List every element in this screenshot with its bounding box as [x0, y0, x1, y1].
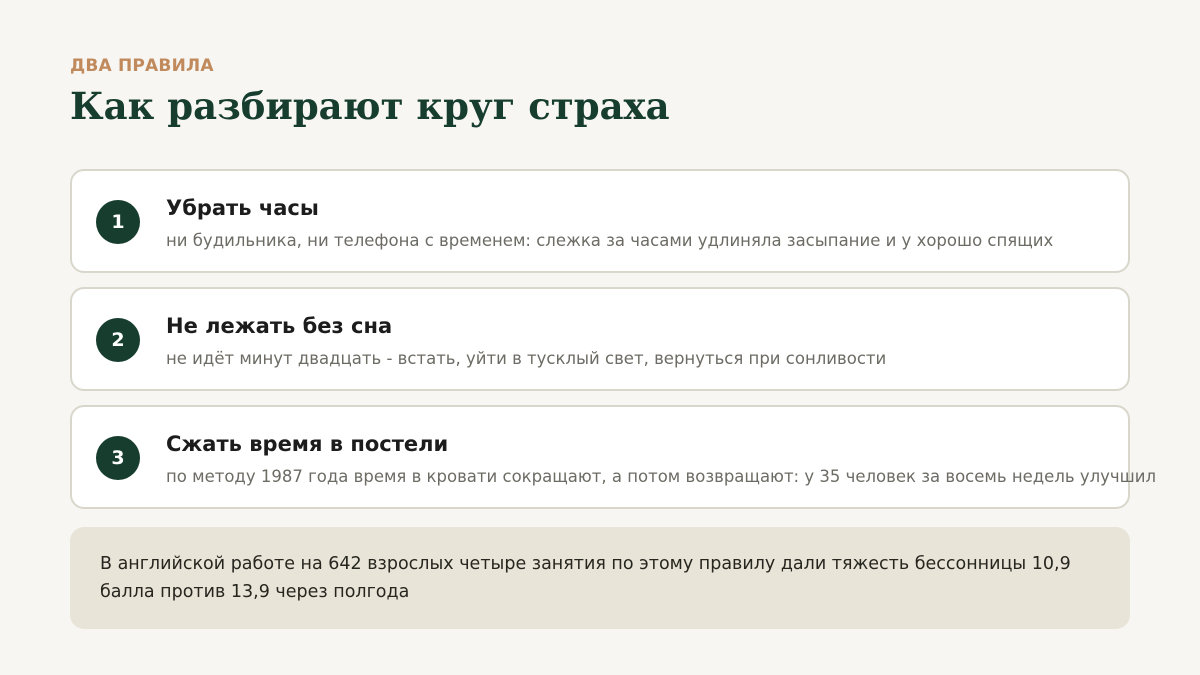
rule-title: Убрать часы — [166, 196, 319, 220]
rule-description: не идёт минут двадцать - встать, уйти в … — [166, 349, 887, 368]
rule-title: Не лежать без сна — [166, 314, 393, 338]
summary-note-text: В английской работе на 642 взрослых четы… — [100, 554, 1071, 602]
rule-description: ни будильника, ни телефона с временем: с… — [166, 231, 1054, 250]
summary-note: В английской работе на 642 взрослых четы… — [70, 527, 1130, 629]
rule-number-badge: 1 — [96, 200, 140, 244]
section-eyebrow: ДВА ПРАВИЛА — [70, 56, 214, 76]
slide-clip: ДВА ПРАВИЛА Как разбирают круг страха 1 … — [0, 0, 1200, 675]
rule-title: Сжать время в постели — [166, 432, 449, 456]
rule-card-3: 3 Сжать время в постели по методу 1987 г… — [70, 405, 1156, 509]
rule-card-1: 1 Убрать часы ни будильника, ни телефона… — [70, 169, 1130, 273]
rule-number-badge: 3 — [96, 436, 140, 480]
slide-title: Как разбирают круг страха — [70, 84, 670, 128]
rule-card-2: 2 Не лежать без сна не идёт минут двадца… — [70, 287, 1130, 391]
rule-description: по методу 1987 года время в кровати сокр… — [166, 467, 1157, 486]
rule-number-badge: 2 — [96, 318, 140, 362]
rules-list: 1 Убрать часы ни будильника, ни телефона… — [70, 169, 1156, 523]
